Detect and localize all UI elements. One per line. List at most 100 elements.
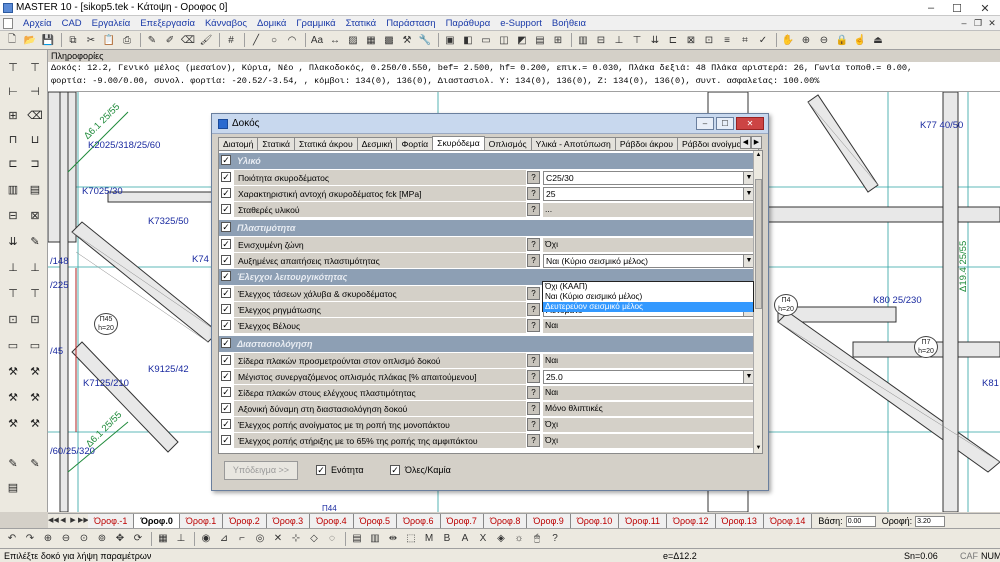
mouse-icon[interactable]: 🖱 bbox=[529, 531, 545, 547]
row-checkbox[interactable]: ✓ bbox=[221, 435, 231, 445]
max-slab-reinforcement-select[interactable]: 25.0 ▼ bbox=[543, 370, 755, 384]
lights-icon[interactable]: ☼ bbox=[511, 531, 527, 547]
span-moment-check-value[interactable]: Όχι bbox=[543, 418, 755, 432]
snap-intersect-icon[interactable]: ✕ bbox=[270, 531, 286, 547]
category-checkbox[interactable]: ✓ bbox=[221, 222, 231, 232]
help-icon[interactable]: ? bbox=[527, 370, 540, 383]
hand-icon[interactable]: ☝ bbox=[852, 32, 868, 48]
unity-checkbox[interactable]: ✓ bbox=[316, 465, 326, 475]
row-checkbox[interactable]: ✓ bbox=[221, 288, 231, 298]
tool-a-icon[interactable]: ⚒ bbox=[3, 414, 23, 433]
help-icon[interactable]: ? bbox=[527, 254, 540, 267]
dropdown-option[interactable]: Ναι (Κύριο σεισμικό μέλος) bbox=[543, 292, 753, 302]
floor-tab[interactable]: Όροφ.12 bbox=[667, 514, 716, 528]
tab-binding[interactable]: Δεσμική bbox=[356, 137, 398, 150]
table-icon[interactable]: ▥ bbox=[575, 32, 591, 48]
menu-static[interactable]: Στατικά bbox=[341, 18, 382, 29]
menu-edit[interactable]: Επεξεργασία bbox=[135, 18, 200, 29]
help-icon[interactable]: ? bbox=[527, 238, 540, 251]
example-button[interactable]: Υπόδειγμα >> bbox=[224, 461, 298, 480]
snap-mid-icon[interactable]: ⊿ bbox=[216, 531, 232, 547]
eyedropper-alt-icon[interactable]: ✎ bbox=[25, 454, 45, 473]
brush-icon[interactable]: 🖌 bbox=[198, 32, 214, 48]
arc-icon[interactable]: ◠ bbox=[284, 32, 300, 48]
ceiling-field[interactable]: 3.20 bbox=[915, 515, 946, 527]
reinforced-zone-value[interactable]: Όχι bbox=[543, 238, 755, 252]
eraser-tool-icon[interactable]: ⌫ bbox=[25, 106, 45, 125]
floor-tab-active[interactable]: Όροφ.0 bbox=[134, 514, 180, 528]
zoom-in-icon[interactable]: ⊕ bbox=[798, 32, 814, 48]
floor-tab[interactable]: Όροφ.5 bbox=[353, 514, 398, 528]
node-icon[interactable]: ▣ bbox=[442, 32, 458, 48]
zoom-extents-icon[interactable]: ⊙ bbox=[76, 531, 92, 547]
concrete-grade-select[interactable]: C25/30 ▼ bbox=[543, 171, 755, 185]
redo-icon[interactable]: ↷ bbox=[22, 531, 38, 547]
help-icon[interactable]: ? bbox=[527, 402, 540, 415]
edit-icon[interactable]: ✐ bbox=[162, 32, 178, 48]
open-file-icon[interactable]: 📂 bbox=[22, 32, 38, 48]
row-checkbox[interactable]: ✓ bbox=[221, 172, 231, 182]
floor-tab[interactable]: Όροφ.1 bbox=[179, 514, 224, 528]
hammer-edit-icon[interactable]: ⚒ bbox=[25, 362, 45, 381]
zoom-all-icon[interactable]: ⊖ bbox=[58, 531, 74, 547]
tab-concrete[interactable]: Σκυρόδεμα bbox=[432, 136, 485, 150]
scroll-thumb[interactable] bbox=[755, 179, 762, 309]
load-insert-icon[interactable]: ⇊ bbox=[3, 232, 23, 251]
view-3d-icon[interactable]: ⬚ bbox=[403, 531, 419, 547]
snap-end-icon[interactable]: ◉ bbox=[198, 531, 214, 547]
dialog-titlebar[interactable]: Δοκός ‒ ☐ ✕ bbox=[212, 114, 768, 134]
property-scrollbar[interactable]: ▲ ▼ bbox=[753, 151, 762, 453]
layer-icon[interactable]: ▤ bbox=[3, 478, 23, 497]
pan-view-icon[interactable]: ✥ bbox=[112, 531, 128, 547]
help-icon[interactable]: ? bbox=[527, 354, 540, 367]
tab-reinforcement[interactable]: Οπλισμός bbox=[483, 137, 532, 150]
results-icon[interactable]: ⊡ bbox=[701, 32, 717, 48]
zoom-window-icon[interactable]: ⊕ bbox=[40, 531, 56, 547]
hammer-icon[interactable]: ⚒ bbox=[3, 362, 23, 381]
beam-icon[interactable]: ▭ bbox=[478, 32, 494, 48]
row-checkbox[interactable]: ✓ bbox=[221, 419, 231, 429]
wrench-icon[interactable]: 🔧 bbox=[417, 32, 433, 48]
eraser-icon[interactable]: ⌫ bbox=[180, 32, 196, 48]
close-icon[interactable]: ✕ bbox=[970, 0, 1000, 16]
row-checkbox[interactable]: ✓ bbox=[221, 320, 231, 330]
mdi-close-icon[interactable]: ✕ bbox=[986, 17, 998, 29]
help-icon[interactable]: ? bbox=[527, 287, 540, 300]
tools-icon[interactable]: ⚒ bbox=[399, 32, 415, 48]
node-insert-icon[interactable]: ⊡ bbox=[3, 310, 23, 329]
dimension-icon[interactable]: ↔ bbox=[327, 32, 343, 48]
ductility-select[interactable]: Ναι (Κύριο σεισμικό μέλος) ▼ bbox=[543, 254, 755, 268]
pan-icon[interactable]: ✋ bbox=[780, 32, 796, 48]
minimize-icon[interactable]: ‒ bbox=[918, 0, 944, 16]
mdi-restore-icon[interactable]: ❐ bbox=[972, 17, 984, 29]
pen-tool-icon[interactable]: ✎ bbox=[25, 232, 45, 251]
row-checkbox[interactable]: ✓ bbox=[221, 239, 231, 249]
row-checkbox[interactable]: ✓ bbox=[221, 403, 231, 413]
stair-edit-icon[interactable]: ⊠ bbox=[25, 206, 45, 225]
block-icon[interactable]: ▩ bbox=[381, 32, 397, 48]
menu-linear[interactable]: Γραμμικά bbox=[291, 18, 340, 29]
menu-tools[interactable]: Εργαλεία bbox=[87, 18, 136, 29]
help-icon[interactable]: ? bbox=[527, 418, 540, 431]
deflection-check-value[interactable]: Ναι bbox=[543, 319, 755, 333]
all-none-checkbox[interactable]: ✓ bbox=[390, 465, 400, 475]
snap-perp-icon[interactable]: ⌐ bbox=[234, 531, 250, 547]
axial-force-value[interactable]: Μόνο θλιπτικές bbox=[543, 402, 755, 416]
snap-near-icon[interactable]: ⊹ bbox=[288, 531, 304, 547]
section-icon[interactable]: ⊏ bbox=[665, 32, 681, 48]
copy-icon[interactable]: ⧉ bbox=[65, 32, 81, 48]
support-edit-icon[interactable]: ⊥ bbox=[25, 258, 45, 277]
slab-bars-ductility-value[interactable]: Ναι bbox=[543, 386, 755, 400]
grid-icon[interactable]: # bbox=[223, 32, 239, 48]
regen-icon[interactable]: ⟳ bbox=[130, 531, 146, 547]
node-edit-icon[interactable]: ⊡ bbox=[25, 310, 45, 329]
load-icon[interactable]: ⇊ bbox=[647, 32, 663, 48]
box-x-icon[interactable]: X bbox=[475, 531, 491, 547]
scroll-up-icon[interactable]: ▲ bbox=[754, 151, 762, 160]
column-icon[interactable]: ◧ bbox=[460, 32, 476, 48]
hatch-icon[interactable]: ▨ bbox=[345, 32, 361, 48]
reinforcement-icon[interactable]: ≡ bbox=[719, 32, 735, 48]
display-icon[interactable]: ▭ bbox=[25, 336, 45, 355]
unity-checkbox-group[interactable]: ✓ Ενότητα bbox=[316, 465, 364, 475]
print-icon[interactable]: ⎙ bbox=[119, 32, 135, 48]
